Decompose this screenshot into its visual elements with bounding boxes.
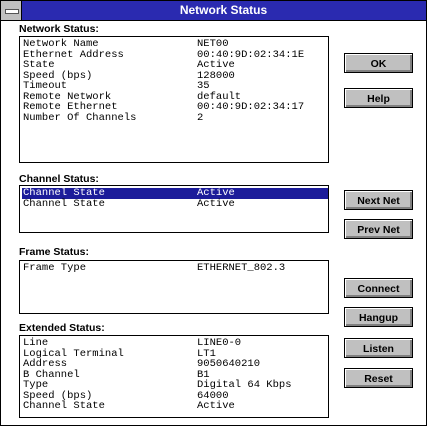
network-status-window: Network Status Network Status: Network N… bbox=[0, 0, 427, 426]
row-value: Active bbox=[197, 400, 235, 412]
row-key: State bbox=[23, 59, 55, 71]
channel-row[interactable]: Channel State Active bbox=[22, 197, 328, 210]
window-title: Network Status bbox=[179, 3, 268, 17]
list-item: Number Of Channels 2 bbox=[22, 111, 328, 124]
help-button[interactable]: Help bbox=[344, 88, 413, 108]
list-item: Address 9050640210 bbox=[22, 359, 328, 370]
next-net-button[interactable]: Next Net bbox=[344, 190, 413, 210]
list-item: Type Digital 64 Kbps bbox=[22, 380, 328, 391]
row-key: Address bbox=[23, 358, 68, 370]
ok-button[interactable]: OK bbox=[344, 53, 413, 73]
extended-status-listbox[interactable]: Line LINE0-0 Logical Terminal LT1 Address 9… bbox=[19, 335, 329, 418]
list-item: Network Name NET00 bbox=[22, 39, 328, 50]
list-item: Line LINE0-0 bbox=[22, 338, 328, 349]
list-item: Logical Terminal LT1 bbox=[22, 348, 328, 360]
extended-status-label: Extended Status: bbox=[19, 322, 105, 334]
row-value: 2 bbox=[197, 111, 204, 124]
channel-status-label: Channel Status: bbox=[19, 173, 99, 185]
listen-button[interactable]: Listen bbox=[344, 338, 413, 358]
row-key: Network Name bbox=[23, 38, 99, 50]
row-key: Line bbox=[23, 337, 49, 349]
row-key: Channel State bbox=[23, 400, 105, 412]
network-status-listbox[interactable]: Network Name NET00 Ethernet Address 00:40:… bbox=[19, 36, 329, 163]
row-key: Channel State bbox=[23, 187, 105, 199]
title-bar[interactable]: Network Status bbox=[1, 1, 426, 21]
row-value: Active bbox=[197, 187, 235, 199]
network-status-label: Network Status: bbox=[19, 23, 99, 35]
row-value: 00:40:9D:02:34:17 bbox=[197, 101, 305, 113]
list-item: Timeout 35 bbox=[22, 81, 328, 92]
row-value: NET00 bbox=[197, 38, 229, 50]
row-key: Timeout bbox=[23, 80, 68, 92]
reset-button[interactable]: Reset bbox=[344, 368, 413, 388]
row-value: Active bbox=[197, 197, 235, 210]
list-item: Speed (bps) 128000 bbox=[22, 70, 328, 82]
hangup-button[interactable]: Hangup bbox=[344, 307, 413, 327]
system-menu-icon[interactable] bbox=[1, 1, 22, 20]
channel-row-selected[interactable]: Channel State Active bbox=[22, 188, 328, 199]
row-key: Type bbox=[23, 379, 49, 391]
list-item: Channel State Active bbox=[22, 401, 328, 412]
list-item: Remote Ethernet 00:40:9D:02:34:17 bbox=[22, 102, 328, 113]
row-value: 35 bbox=[197, 80, 210, 92]
list-item: State Active bbox=[22, 60, 328, 71]
list-item: Frame Type ETHERNET_802.3 bbox=[22, 263, 328, 274]
prev-net-button[interactable]: Prev Net bbox=[344, 219, 413, 239]
connect-button[interactable]: Connect bbox=[344, 278, 413, 298]
list-item: Ethernet Address 00:40:9D:02:34:1E bbox=[22, 49, 328, 61]
row-key: Remote Ethernet bbox=[23, 101, 118, 113]
row-value: 9050640210 bbox=[197, 358, 261, 370]
frame-status-label: Frame Status: bbox=[19, 246, 90, 258]
row-value: ETHERNET_802.3 bbox=[197, 262, 286, 274]
frame-status-listbox[interactable]: Frame Type ETHERNET_802.3 bbox=[19, 260, 329, 314]
row-key: Number Of Channels bbox=[23, 111, 137, 124]
row-value: Digital 64 Kbps bbox=[197, 379, 292, 391]
system-menu-bar bbox=[5, 9, 19, 14]
row-key: Frame Type bbox=[23, 262, 87, 274]
row-key: Channel State bbox=[23, 197, 105, 210]
row-value: LINE0-0 bbox=[197, 337, 242, 349]
channel-status-listbox[interactable]: Channel State Active Channel State Active bbox=[19, 185, 329, 233]
row-value: Active bbox=[197, 59, 235, 71]
